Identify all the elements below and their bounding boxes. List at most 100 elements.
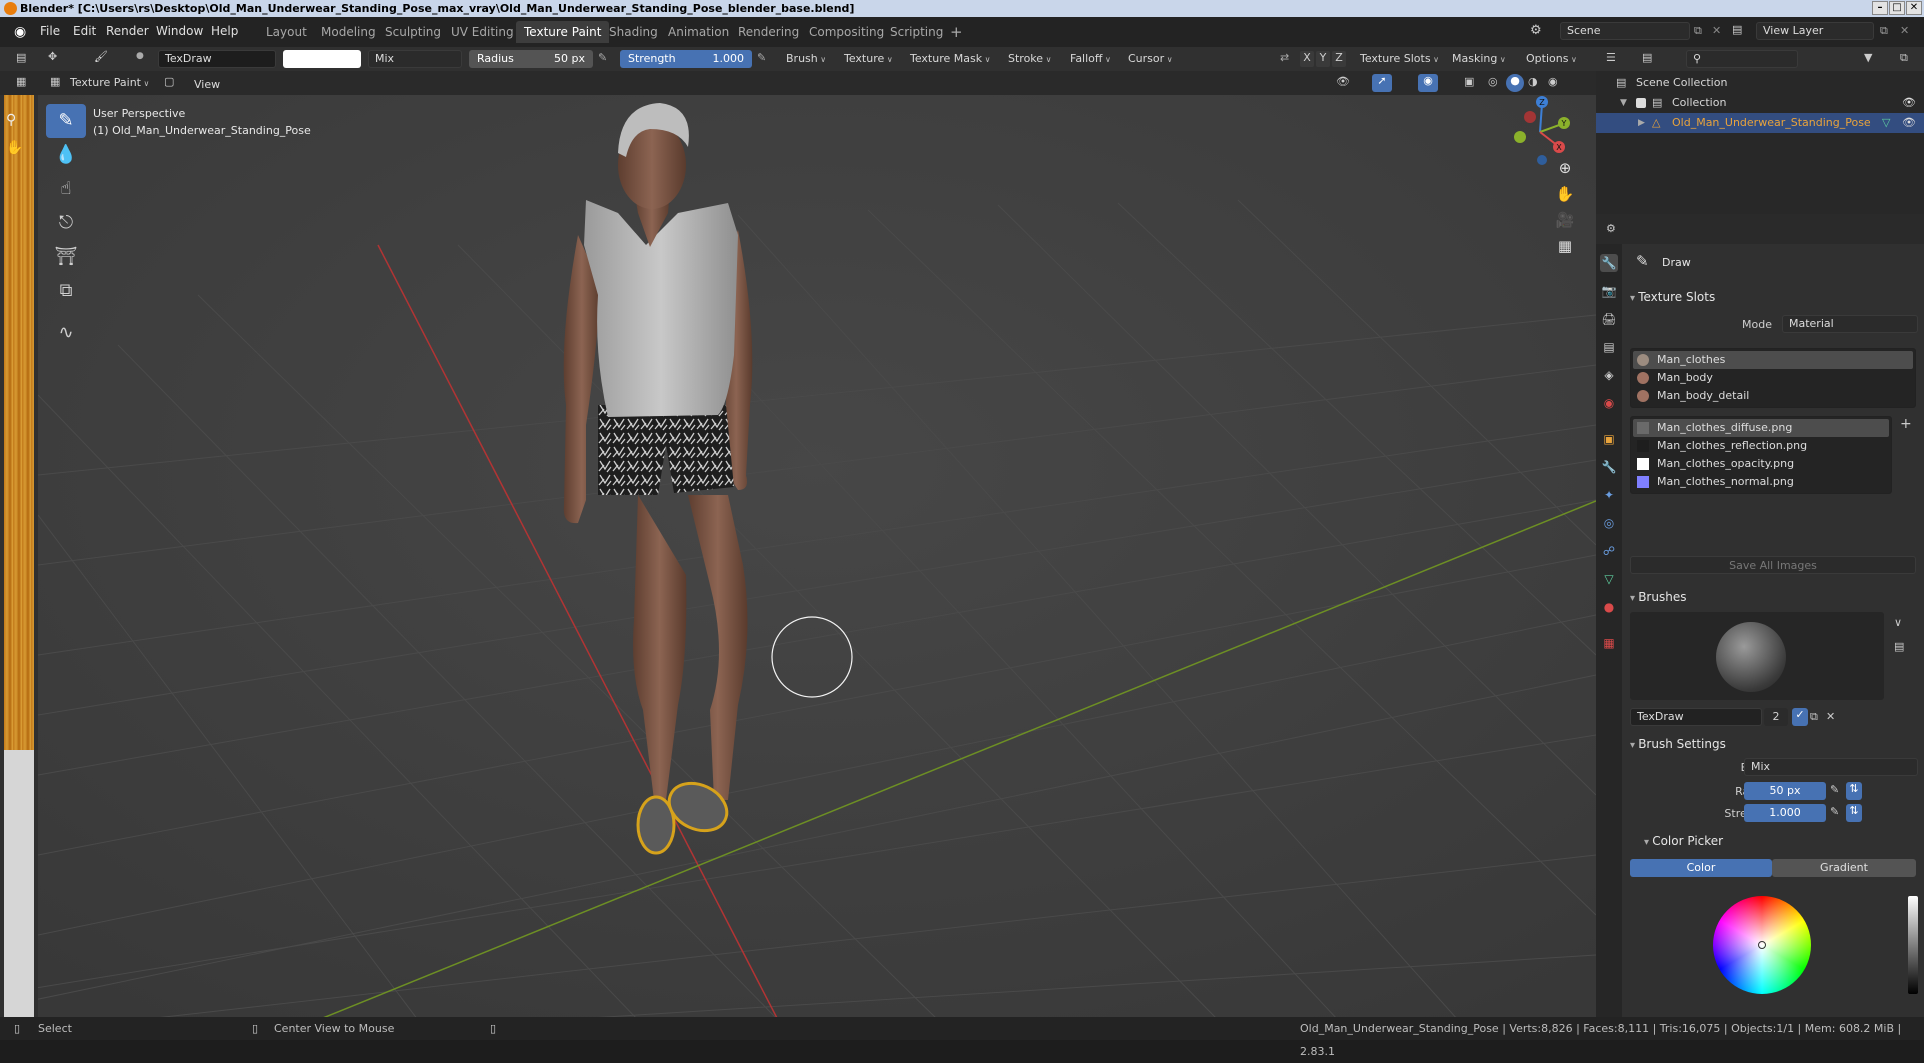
modifier-tab-icon[interactable]: 🔧	[1600, 458, 1618, 476]
view-layer-icon[interactable]: ▤	[1732, 23, 1742, 36]
display-mode-icon[interactable]: ▤	[1642, 51, 1652, 64]
texture-mode-dropdown[interactable]: Material	[1782, 315, 1918, 333]
outliner-row-scene-collection[interactable]: ▤ Scene Collection	[1596, 73, 1924, 93]
xray-icon[interactable]: ▣	[1464, 75, 1474, 88]
zoom-icon[interactable]: ⚲	[6, 112, 16, 128]
material-slot-list[interactable]: Man_clothes Man_body Man_body_detail	[1630, 348, 1916, 408]
new-scene-icon[interactable]: ⧉	[1694, 24, 1702, 38]
image-slot-item[interactable]: Man_clothes_opacity.png	[1633, 455, 1889, 473]
cursor-menu[interactable]: Cursor	[1124, 50, 1177, 68]
value-slider[interactable]	[1908, 896, 1918, 994]
gizmo-toggle-icon[interactable]: ➚	[1372, 74, 1392, 92]
brush-color-swatch[interactable]	[283, 50, 361, 68]
properties-editor-icon[interactable]: ⚙	[1606, 222, 1616, 235]
paint-mask-icon[interactable]: ▢	[164, 75, 174, 88]
annotate-tool-icon[interactable]: ∿	[46, 316, 86, 350]
close-window-button[interactable]: ✕	[1906, 1, 1922, 15]
masking-menu[interactable]: Masking	[1448, 50, 1510, 68]
material-slot-item[interactable]: Man_body	[1633, 369, 1913, 387]
tab-animation[interactable]: Animation	[660, 21, 737, 43]
texture-mask-menu[interactable]: Texture Mask	[906, 50, 995, 68]
strength-pressure-icon[interactable]: ✎	[757, 51, 766, 64]
render-tab-icon[interactable]: 📷	[1600, 282, 1618, 300]
visibility-icon[interactable]: 👁	[1336, 75, 1350, 88]
gradient-tab-button[interactable]: Gradient	[1772, 859, 1916, 877]
color-wheel[interactable]	[1713, 896, 1811, 994]
filter-icon[interactable]: ▼	[1864, 51, 1872, 64]
mirror-z-toggle[interactable]: Z	[1332, 51, 1346, 67]
collection-checkbox[interactable]	[1636, 98, 1646, 108]
constraints-tab-icon[interactable]: ☍	[1600, 542, 1618, 560]
delete-view-layer-icon[interactable]: ✕	[1900, 24, 1909, 37]
data-tab-icon[interactable]: ▽	[1600, 570, 1618, 588]
3d-viewport[interactable]: User Perspective (1) Old_Man_Underwear_S…	[38, 95, 1596, 1020]
texture-menu[interactable]: Texture	[840, 50, 897, 68]
radius-pressure-toggle-icon[interactable]: ✎	[1830, 783, 1839, 796]
particles-tab-icon[interactable]: ✦	[1600, 486, 1618, 504]
brush-blend-dropdown[interactable]: Mix	[1744, 758, 1918, 776]
fake-user-shield-icon[interactable]: ✓	[1792, 708, 1808, 726]
stroke-menu[interactable]: Stroke	[1004, 50, 1055, 68]
scene-field[interactable]: Scene	[1560, 22, 1690, 40]
pan-hand-icon[interactable]: ✋	[6, 140, 23, 156]
image-slot-item[interactable]: Man_clothes_normal.png	[1633, 473, 1889, 491]
unlink-brush-icon[interactable]: ✕	[1826, 710, 1835, 723]
tab-rendering[interactable]: Rendering	[730, 21, 807, 43]
view-layer-tab-icon[interactable]: ▤	[1600, 338, 1618, 356]
add-workspace-icon[interactable]: +	[950, 23, 963, 41]
expand-icon[interactable]: ▼	[1620, 93, 1627, 113]
menu-help[interactable]: Help	[211, 24, 238, 38]
smear-tool-icon[interactable]: ☝	[46, 172, 86, 206]
mirror-y-toggle[interactable]: Y	[1316, 51, 1330, 67]
image-slot-item[interactable]: Man_clothes_diffuse.png	[1633, 419, 1889, 437]
soften-tool-icon[interactable]: 💧	[46, 138, 86, 172]
object-tab-icon[interactable]: ▣	[1600, 430, 1618, 448]
rendered-shading-icon[interactable]: ◉	[1548, 75, 1558, 88]
image-slot-list[interactable]: Man_clothes_diffuse.png Man_clothes_refl…	[1630, 416, 1892, 494]
texture-slots-panel-header[interactable]: Texture Slots	[1630, 286, 1920, 308]
blend-mode-dropdown[interactable]: Mix	[368, 50, 462, 68]
brush-strength-field[interactable]: 1.000	[1744, 804, 1826, 822]
brush-users-count[interactable]: 2	[1764, 708, 1788, 726]
mesh-data-icon[interactable]: ▽	[1882, 113, 1890, 133]
delete-scene-icon[interactable]: ✕	[1712, 24, 1721, 37]
toolbar-toggle-icon[interactable]: ▦	[16, 75, 26, 88]
scene-tab-icon[interactable]: ◈	[1600, 366, 1618, 384]
menu-render[interactable]: Render	[106, 24, 149, 38]
maximize-button[interactable]: □	[1889, 1, 1905, 15]
tab-uv-editing[interactable]: UV Editing	[443, 21, 522, 43]
material-slot-item[interactable]: Man_body_detail	[1633, 387, 1913, 405]
editor-type-icon[interactable]: ▤	[16, 51, 26, 64]
mode-dropdown[interactable]: Texture Paint	[66, 74, 153, 92]
outliner-row-collection[interactable]: ▼ ▤ Collection 👁	[1596, 93, 1924, 113]
texture-tab-icon[interactable]: ▦	[1600, 634, 1618, 652]
world-tab-icon[interactable]: ◉	[1600, 394, 1618, 412]
radius-unit-icon[interactable]: ⇅	[1846, 782, 1862, 800]
brushes-panel-header[interactable]: Brushes	[1630, 586, 1920, 608]
menu-file[interactable]: File	[40, 24, 60, 38]
color-picker-panel-header[interactable]: Color Picker	[1644, 830, 1904, 852]
radius-pressure-icon[interactable]: ✎	[598, 51, 607, 64]
material-shading-icon[interactable]: ◑	[1528, 75, 1538, 88]
minimize-button[interactable]: –	[1872, 1, 1888, 15]
new-view-layer-icon[interactable]: ⧉	[1880, 24, 1888, 38]
tab-sculpting[interactable]: Sculpting	[377, 21, 449, 43]
camera-view-icon[interactable]: 🎥	[1552, 207, 1578, 233]
tab-shading[interactable]: Shading	[601, 21, 666, 43]
brush-radius-field[interactable]: 50 px	[1744, 782, 1826, 800]
color-wheel-cursor[interactable]	[1758, 941, 1766, 949]
tool-tab-icon[interactable]: 🔧	[1600, 254, 1618, 272]
menu-window[interactable]: Window	[156, 24, 203, 38]
ortho-toggle-icon[interactable]: ▦	[1552, 233, 1578, 259]
tab-compositing[interactable]: Compositing	[801, 21, 892, 43]
tab-texture-paint[interactable]: Texture Paint	[516, 21, 610, 43]
new-collection-icon[interactable]: ⧉	[1900, 51, 1908, 65]
clone-tool-icon[interactable]: ⎋	[46, 206, 86, 240]
menu-edit[interactable]: Edit	[73, 24, 96, 38]
object-visibility-icon[interactable]: 👁	[1902, 113, 1916, 133]
tab-layout[interactable]: Layout	[258, 21, 315, 43]
fill-tool-icon[interactable]: ⛩	[46, 240, 86, 274]
pan-view-icon[interactable]: ✋	[1552, 181, 1578, 207]
wireframe-shading-icon[interactable]: ◎	[1488, 75, 1498, 88]
blender-menu-icon[interactable]: ◉	[14, 24, 26, 40]
